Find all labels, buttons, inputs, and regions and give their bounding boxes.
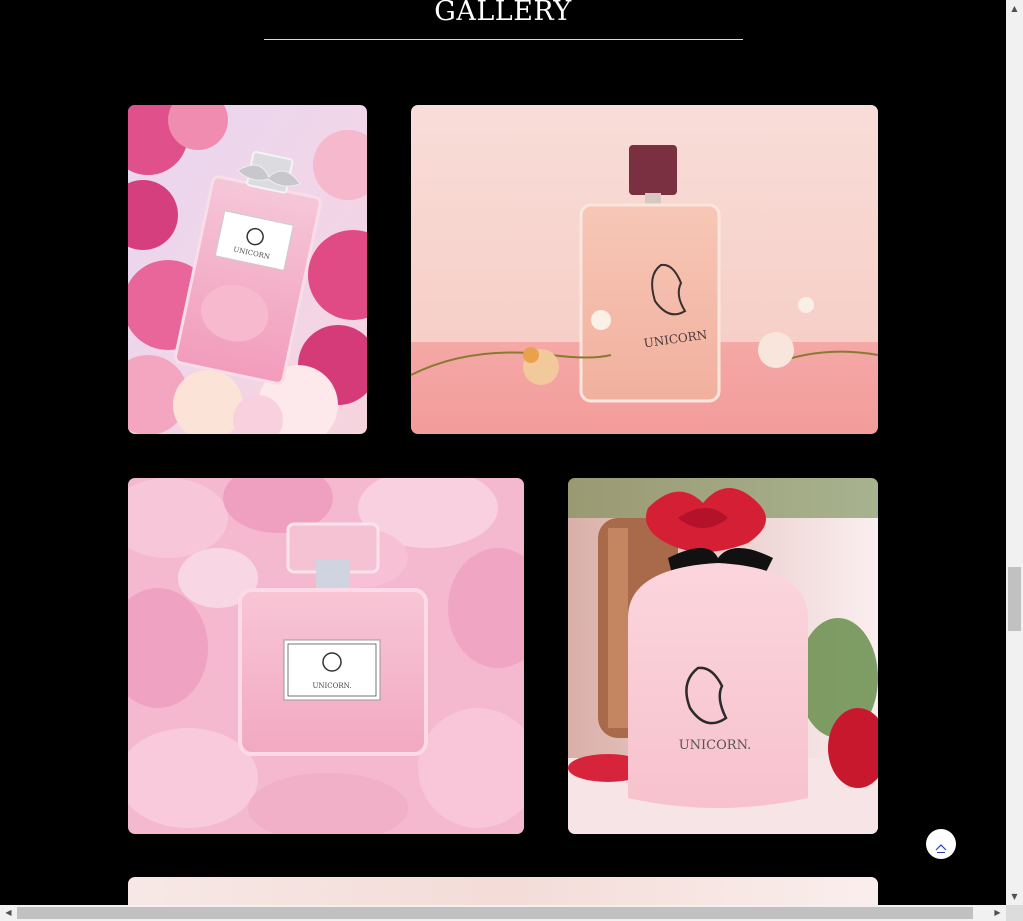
gallery-image-frosted-perfume-red-cap[interactable]: UNICORN. (568, 478, 878, 834)
gallery-image-perfume-rose-petals[interactable]: UNICORN. (128, 478, 524, 834)
scroll-left-arrow-icon[interactable]: ◀ (0, 905, 17, 921)
bottle-label-4: UNICORN. (679, 738, 752, 753)
title-divider (264, 39, 743, 40)
gallery-image-amber-perfume[interactable]: UNICORN (411, 105, 878, 434)
bottle-label-3: UNICORN. (312, 682, 351, 690)
scrollbar-corner (1006, 905, 1023, 921)
perfume-photo-2: UNICORN (411, 105, 878, 434)
gallery-image-pink-perfume-peonies[interactable]: UNICORN (128, 105, 367, 434)
vertical-scroll-thumb[interactable] (1008, 567, 1021, 631)
gallery-page: GALLERY UNICORN UNICORN UNICORN. UNICORN… (0, 0, 1006, 905)
perfume-photo-4: UNICORN. (568, 478, 878, 834)
scroll-down-arrow-icon[interactable]: ▼ (1006, 888, 1023, 905)
horizontal-scrollbar[interactable]: ◀ ▶ (0, 905, 1006, 921)
scroll-right-arrow-icon[interactable]: ▶ (989, 905, 1006, 921)
vertical-scrollbar[interactable]: ▲ ▼ (1006, 0, 1023, 905)
perfume-photo-5 (128, 877, 878, 905)
perfume-photo-1: UNICORN (128, 105, 367, 434)
back-to-top-button[interactable] (926, 829, 956, 859)
gallery-image-partial[interactable] (128, 877, 878, 905)
horizontal-scroll-thumb[interactable] (17, 907, 973, 919)
scroll-up-arrow-icon[interactable]: ▲ (1006, 0, 1023, 17)
perfume-photo-3: UNICORN. (128, 478, 524, 834)
gallery-title: GALLERY (434, 0, 572, 27)
chevron-up-icon (935, 843, 947, 853)
